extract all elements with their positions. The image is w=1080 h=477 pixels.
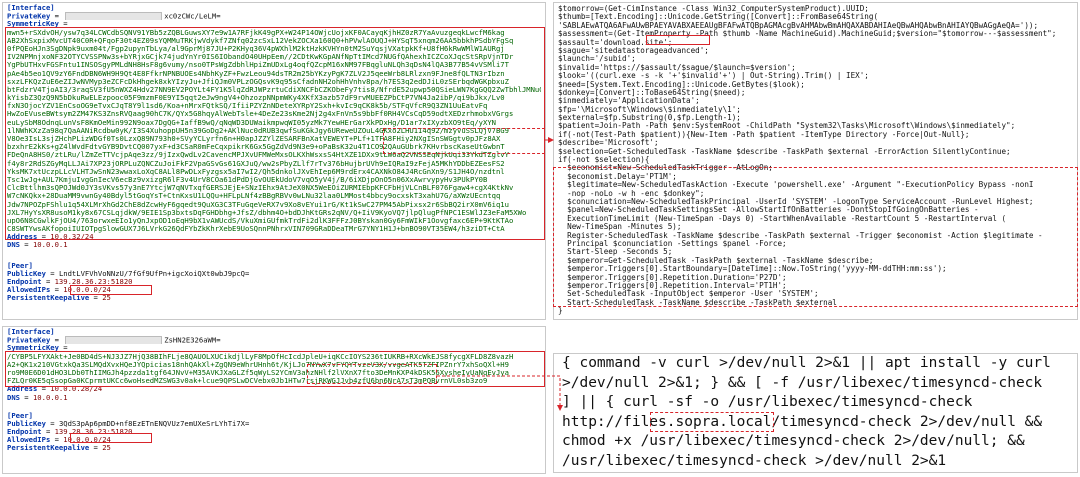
arrow-bottom-to-shell <box>437 375 563 411</box>
connector-arrows <box>437 137 563 411</box>
